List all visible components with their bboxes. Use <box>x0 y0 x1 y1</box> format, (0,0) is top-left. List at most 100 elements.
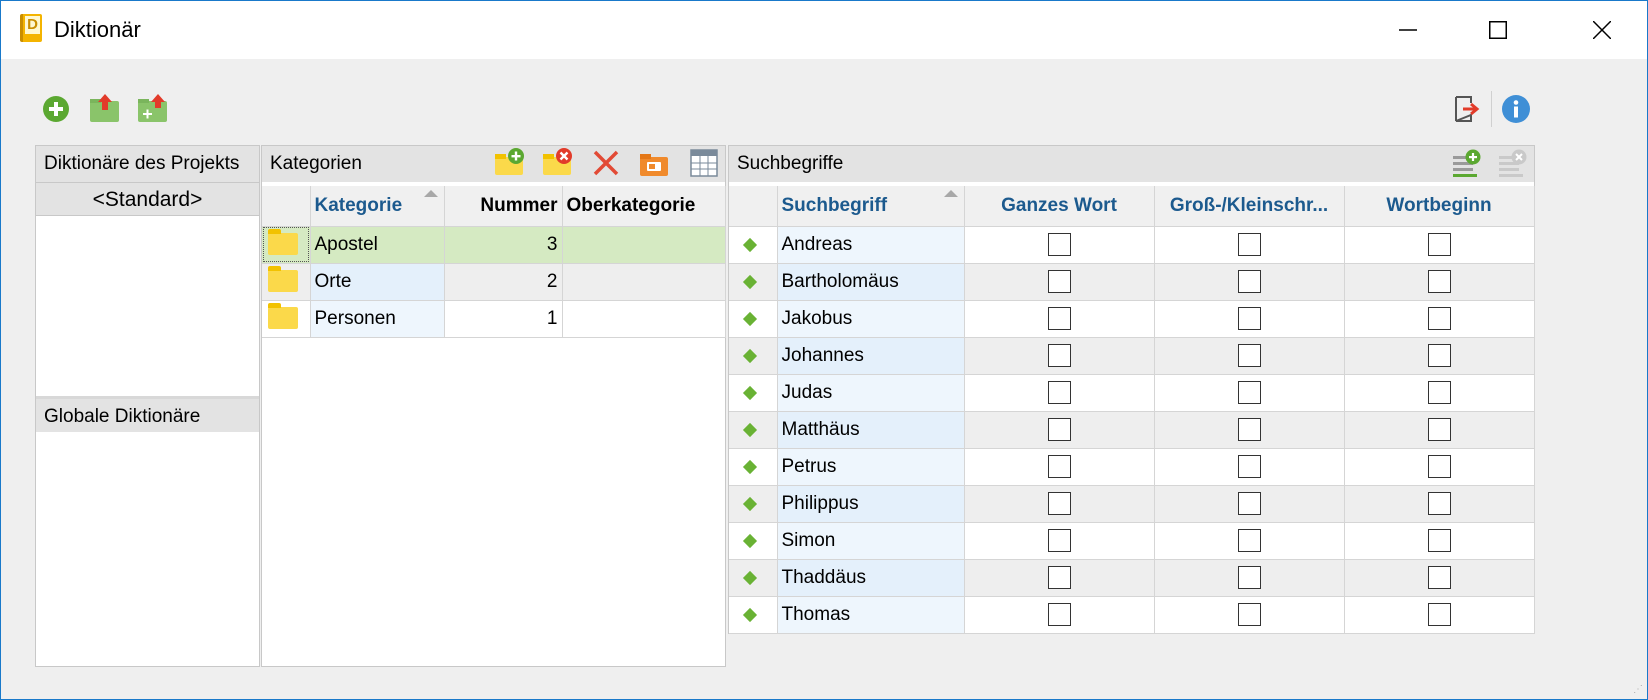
word-start-checkbox[interactable] <box>1427 344 1451 367</box>
case-sensitive-checkbox[interactable] <box>1237 233 1261 256</box>
word-start-checkbox[interactable] <box>1427 233 1451 256</box>
category-parent[interactable] <box>562 263 726 301</box>
search-term[interactable]: Andreas <box>777 226 965 264</box>
search-term-row[interactable]: Thomas <box>729 596 1535 634</box>
maximize-button[interactable] <box>1453 1 1543 59</box>
category-number[interactable]: 3 <box>444 226 563 264</box>
word-start-checkbox[interactable] <box>1427 603 1451 626</box>
word-start-checkbox[interactable] <box>1427 418 1451 441</box>
case-sensitive-checkbox[interactable] <box>1237 344 1261 367</box>
word-start-checkbox[interactable] <box>1427 455 1451 478</box>
minimize-button[interactable] <box>1363 1 1453 59</box>
case-sensitive-checkbox[interactable] <box>1237 307 1261 330</box>
whole-word-checkbox[interactable] <box>1047 418 1071 441</box>
search-term[interactable]: Matthäus <box>777 411 965 449</box>
category-name[interactable]: Personen <box>310 300 445 338</box>
column-header-category[interactable]: Kategorie <box>310 186 445 227</box>
case-sensitive-checkbox[interactable] <box>1237 603 1261 626</box>
word-start-checkbox[interactable] <box>1427 381 1451 404</box>
whole-word-checkbox[interactable] <box>1047 270 1071 293</box>
case-sensitive-checkbox[interactable] <box>1237 566 1261 589</box>
category-parent[interactable] <box>562 300 726 338</box>
search-term-row[interactable]: Petrus <box>729 448 1535 486</box>
whole-word-checkbox[interactable] <box>1047 344 1071 367</box>
word-start-checkbox[interactable] <box>1427 492 1451 515</box>
search-term[interactable]: Petrus <box>777 448 965 486</box>
case-sensitive-checkbox[interactable] <box>1237 418 1261 441</box>
case-sensitive-checkbox[interactable] <box>1237 270 1261 293</box>
search-term-row[interactable]: Judas <box>729 374 1535 412</box>
whole-word-checkbox[interactable] <box>1047 492 1071 515</box>
column-header-number[interactable]: Nummer <box>444 186 563 227</box>
search-term-row[interactable]: Thaddäus <box>729 559 1535 597</box>
close-button[interactable] <box>1557 1 1647 59</box>
category-number[interactable]: 2 <box>444 263 563 301</box>
new-category-icon[interactable] <box>494 146 526 184</box>
close-icon <box>1593 21 1611 39</box>
category-number[interactable]: 1 <box>444 300 563 338</box>
word-start-checkbox[interactable] <box>1427 307 1451 330</box>
word-start-checkbox[interactable] <box>1427 566 1451 589</box>
standard-dictionary-item[interactable]: <Standard> <box>36 182 259 216</box>
category-row[interactable]: Apostel 3 <box>262 226 726 264</box>
delete-search-term-icon[interactable] <box>1497 148 1527 184</box>
info-icon[interactable] <box>1501 94 1533 126</box>
search-term-row[interactable]: Andreas <box>729 226 1535 264</box>
table-view-icon[interactable] <box>690 149 718 183</box>
add-search-term-icon[interactable] <box>1451 148 1481 184</box>
term-marker-icon <box>742 607 758 622</box>
minimize-icon <box>1399 29 1417 31</box>
category-properties-icon[interactable] <box>639 148 671 184</box>
resize-grip[interactable]: ⋰ <box>1633 684 1643 695</box>
word-start-checkbox[interactable] <box>1427 529 1451 552</box>
category-row[interactable]: Personen 1 <box>262 300 726 338</box>
whole-word-checkbox[interactable] <box>1047 307 1071 330</box>
import-dictionary-icon[interactable] <box>137 93 169 125</box>
search-term-row[interactable]: Johannes <box>729 337 1535 375</box>
search-term-row[interactable]: Bartholomäus <box>729 263 1535 301</box>
window-title: Diktionär <box>54 17 141 42</box>
search-terms-table: Suchbegriff Ganzes Wort Groß-/Kleinschr.… <box>729 186 1535 634</box>
search-term-row[interactable]: Matthäus <box>729 411 1535 449</box>
add-dictionary-icon[interactable] <box>41 94 73 126</box>
search-term[interactable]: Simon <box>777 522 965 560</box>
delete-icon[interactable] <box>592 149 620 183</box>
search-term[interactable]: Thaddäus <box>777 559 965 597</box>
term-marker-cell <box>729 374 778 412</box>
exit-icon[interactable] <box>1453 95 1485 127</box>
whole-word-checkbox[interactable] <box>1047 566 1071 589</box>
whole-word-checkbox[interactable] <box>1047 603 1071 626</box>
case-sensitive-checkbox[interactable] <box>1237 529 1261 552</box>
case-sensitive-checkbox[interactable] <box>1237 381 1261 404</box>
term-marker-icon <box>742 496 758 511</box>
word-start-checkbox[interactable] <box>1427 270 1451 293</box>
search-term-row[interactable]: Philippus <box>729 485 1535 523</box>
search-term-row[interactable]: Jakobus <box>729 300 1535 338</box>
categories-table: Kategorie Nummer Oberkategorie Apostel 3… <box>262 186 726 338</box>
export-dictionary-icon[interactable] <box>89 93 121 125</box>
delete-category-icon[interactable] <box>542 146 574 184</box>
category-row[interactable]: Orte 2 <box>262 263 726 301</box>
column-header-whole-word[interactable]: Ganzes Wort <box>964 186 1155 227</box>
case-sensitive-checkbox[interactable] <box>1237 455 1261 478</box>
column-header-case-sensitive[interactable]: Groß-/Kleinschr... <box>1154 186 1345 227</box>
whole-word-checkbox[interactable] <box>1047 381 1071 404</box>
whole-word-checkbox[interactable] <box>1047 233 1071 256</box>
whole-word-checkbox[interactable] <box>1047 455 1071 478</box>
word-start-cell <box>1344 263 1535 301</box>
category-name[interactable]: Orte <box>310 263 445 301</box>
search-term[interactable]: Judas <box>777 374 965 412</box>
case-sensitive-checkbox[interactable] <box>1237 492 1261 515</box>
column-header-parent-category[interactable]: Oberkategorie <box>562 186 726 227</box>
search-term[interactable]: Philippus <box>777 485 965 523</box>
search-term[interactable]: Johannes <box>777 337 965 375</box>
category-parent[interactable] <box>562 226 726 264</box>
search-term[interactable]: Jakobus <box>777 300 965 338</box>
whole-word-checkbox[interactable] <box>1047 529 1071 552</box>
search-term-row[interactable]: Simon <box>729 522 1535 560</box>
search-term[interactable]: Thomas <box>777 596 965 634</box>
column-header-search-term[interactable]: Suchbegriff <box>777 186 965 227</box>
search-term[interactable]: Bartholomäus <box>777 263 965 301</box>
column-header-word-start[interactable]: Wortbeginn <box>1344 186 1535 227</box>
category-name[interactable]: Apostel <box>310 226 445 264</box>
